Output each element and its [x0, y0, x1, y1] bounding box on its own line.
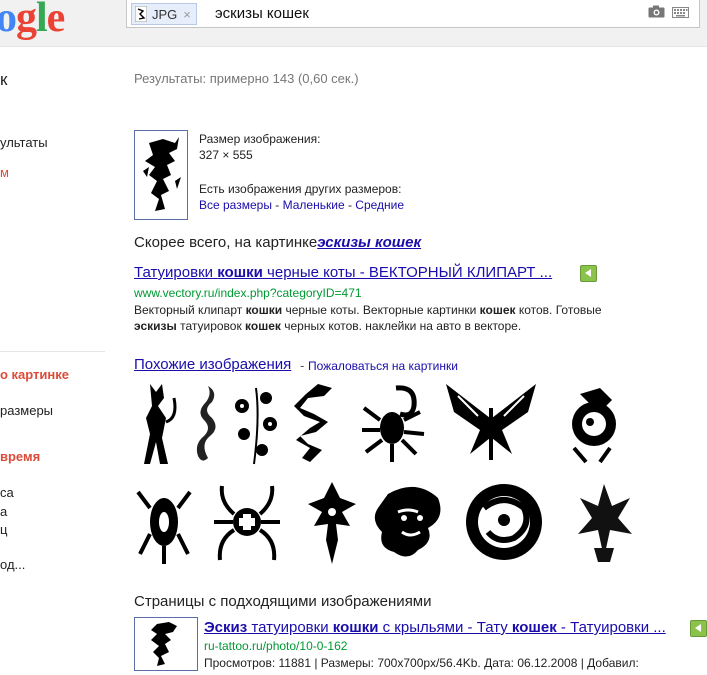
search-box[interactable]: JPG × эскизы кошек: [126, 0, 700, 28]
keyboard-icon[interactable]: [672, 7, 689, 18]
similar-image-thumb[interactable]: [288, 378, 340, 468]
sidebar-heading-about-image: о картинке: [0, 367, 70, 382]
title-text: черные коты - ВЕКТОРНЫЙ КЛИПАРТ ...: [262, 264, 553, 281]
logo-letter: g: [16, 0, 37, 41]
snippet-text: котов. Готовые: [515, 303, 602, 317]
best-guess-prefix: Скорее всего, на картинке: [134, 234, 318, 251]
similar-image-thumb[interactable]: [230, 378, 282, 468]
header-bar: ogle JPG × эскизы кошек: [0, 0, 707, 47]
medium-sizes-link[interactable]: Средние: [355, 198, 404, 212]
search-input[interactable]: эскизы кошек: [215, 5, 309, 22]
snippet-text-bold: эскизы: [134, 319, 177, 333]
image-query-chip[interactable]: JPG ×: [131, 3, 197, 25]
sidebar-item-active[interactable]: м: [0, 165, 9, 180]
chip-close-icon[interactable]: ×: [183, 7, 191, 22]
page-result-thumb[interactable]: [134, 617, 198, 671]
similar-image-thumb[interactable]: [574, 478, 636, 568]
chip-label: JPG: [152, 6, 178, 22]
sidebar-item-time-1[interactable]: са: [0, 485, 14, 500]
best-guess-link[interactable]: эскизы кошек: [317, 234, 421, 251]
image-size-value: 327 × 555: [199, 148, 253, 162]
similar-image-thumb[interactable]: [458, 478, 550, 568]
sidebar-item-time-2[interactable]: а: [0, 504, 7, 519]
image-size-label: Размер изображения:: [199, 132, 321, 146]
result-url: www.vectory.ru/index.php?categoryID=471: [134, 286, 362, 300]
snippet-text: Векторный клипарт: [134, 303, 246, 317]
tattoo-scorpion-image: [136, 490, 192, 564]
similar-image-thumb[interactable]: [212, 478, 282, 568]
tattoo-flowers-image: [235, 387, 277, 465]
tattoo-dragon-image: [572, 388, 616, 464]
snippet-text-bold: кошек: [245, 319, 281, 333]
snippet-text-bold: кошек: [479, 303, 516, 317]
similar-image-thumb[interactable]: [440, 378, 542, 468]
sidebar-item-results[interactable]: ультаты: [0, 135, 48, 150]
small-sizes-link[interactable]: Маленькие: [283, 198, 345, 212]
snippet-text-bold: кошки: [245, 303, 283, 317]
size-links: Все размеры - Маленькие - Средние: [199, 198, 404, 212]
tattoo-tribal-image: [578, 484, 632, 562]
similar-image-thumb[interactable]: [188, 378, 228, 468]
tattoo-scorpion-image: [362, 385, 425, 462]
tattoo-dragon-image: [196, 386, 216, 461]
similar-image-thumb[interactable]: [368, 478, 448, 568]
tattoo-cat-image: [144, 384, 177, 464]
sidebar-divider: [0, 351, 105, 352]
logo-letter: e: [46, 0, 66, 41]
title-text: татуировки: [247, 619, 333, 636]
snippet-text: черных котов. наклейки на авто в векторе…: [280, 319, 522, 333]
similar-image-thumb[interactable]: [300, 478, 364, 568]
query-image-preview[interactable]: [134, 130, 188, 220]
other-sizes-label: Есть изображения других размеров:: [199, 182, 402, 196]
similar-image-thumb[interactable]: [132, 378, 182, 468]
page-result-title-link[interactable]: Эскиз татуировки кошки с крыльями - Тату…: [204, 619, 666, 636]
instant-preview-icon[interactable]: [580, 265, 597, 282]
tattoo-butterfly-image: [446, 384, 536, 460]
tribal-tattoo-image: [143, 137, 181, 211]
tattoo-spider-image: [214, 485, 280, 561]
title-text: с крыльями - Тату: [378, 619, 512, 636]
pages-with-images-heading: Страницы с подходящими изображениями: [134, 593, 432, 610]
title-text-bold: кошки: [332, 619, 379, 636]
all-sizes-link[interactable]: Все размеры: [199, 198, 272, 212]
tribal-tattoo-image: [151, 622, 177, 666]
sidebar-item-time-3[interactable]: ц: [0, 522, 7, 537]
page-result-meta: Просмотров: 11881 | Размеры: 700x700px/5…: [204, 656, 639, 670]
camera-icon[interactable]: [648, 5, 665, 18]
snippet-text: черные коты. Векторные картинки: [282, 303, 480, 317]
title-text: Татуировки: [134, 264, 218, 281]
title-text-bold: Эскиз: [204, 619, 248, 636]
similar-image-thumb[interactable]: [136, 478, 192, 568]
size-link-sep: -: [344, 198, 356, 212]
title-text: - Татуировки ...: [556, 619, 666, 636]
title-text-bold: кошек: [511, 619, 557, 636]
page-result-url: ru-tattoo.ru/photo/10-0-162: [204, 639, 348, 653]
google-logo[interactable]: ogle: [0, 0, 66, 42]
result-title-link[interactable]: Татуировки кошки черные коты - ВЕКТОРНЫЙ…: [134, 264, 552, 281]
similar-sep: -: [300, 358, 305, 373]
result-snippet-line: эскизы татуировок кошек черных котов. на…: [134, 318, 521, 334]
result-snippet-line: Векторный клипарт кошки черные коты. Век…: [134, 302, 602, 318]
sidebar-item-search-type[interactable]: к: [0, 70, 7, 90]
sidebar-item-sizes[interactable]: размеры: [0, 403, 53, 418]
sidebar-item-more[interactable]: од...: [0, 557, 25, 572]
logo-letter: l: [36, 0, 48, 41]
report-images-link[interactable]: Пожаловаться на картинки: [308, 359, 458, 373]
tattoo-dragon-circle-image: [466, 484, 542, 560]
tattoo-lion-image: [374, 486, 441, 557]
results-stats: Результаты: примерно 143 (0,60 сек.): [134, 71, 359, 86]
sidebar-heading-time: время: [0, 449, 41, 464]
tattoo-tribal-image: [308, 482, 356, 564]
similar-image-thumb[interactable]: [560, 378, 630, 468]
query-image-thumb-icon: [135, 6, 147, 22]
best-guess: Скорее всего, на картинкеэскизы кошек: [134, 234, 421, 251]
title-text-bold: кошки: [217, 264, 263, 281]
similar-image-thumb[interactable]: [356, 378, 436, 468]
instant-preview-icon[interactable]: [690, 620, 707, 637]
tattoo-dragon-image: [294, 384, 332, 462]
size-link-sep: -: [271, 198, 283, 212]
similar-images-link[interactable]: Похожие изображения: [134, 356, 291, 373]
snippet-text: татуировок: [176, 319, 246, 333]
logo-letter: o: [0, 0, 17, 41]
